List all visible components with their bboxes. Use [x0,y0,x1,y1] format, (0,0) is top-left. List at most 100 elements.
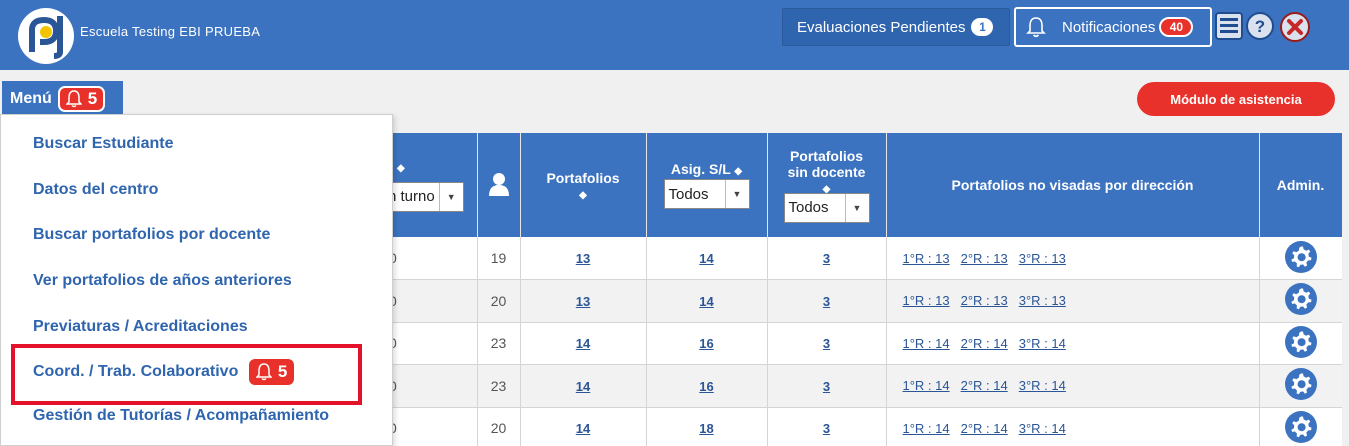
highlight-box [11,344,362,405]
asig-link[interactable]: 16 [699,336,713,351]
turno-cell: 0 [393,237,478,280]
r1-link[interactable]: 1°R : 14 [903,336,950,351]
svg-text:?: ? [1255,17,1265,36]
no-visadas-header: Portafolios no visadas por dirección [886,133,1260,237]
asig-link[interactable]: 14 [699,251,713,266]
menu-item-previaturas[interactable]: Previaturas / Acreditaciones [33,318,248,336]
notificaciones-button[interactable]: Notificaciones 40 [1014,7,1212,47]
sin-docente-link[interactable]: 3 [823,379,830,394]
logo-icon[interactable] [18,8,74,64]
evaluaciones-pendientes-button[interactable]: Evaluaciones Pendientes 1 [782,8,1010,46]
sin-docente-cell: 3 [767,237,887,280]
turno-cell: 0 [393,279,478,323]
modulo-asistencia-button[interactable]: Módulo de asistencia [1137,82,1335,116]
turno-cell: 0 [393,322,478,365]
portafolios-link[interactable]: 14 [576,379,590,394]
admin-cell [1259,407,1342,446]
sin-docente-cell: 3 [767,322,887,365]
help-icon[interactable]: ? [1246,12,1274,40]
asig-link[interactable]: 16 [699,379,713,394]
asig-link[interactable]: 18 [699,421,713,436]
portafolios-header[interactable]: Portafolios ◆ [520,133,647,237]
admin-cell [1259,364,1342,408]
menu-item-datos-centro[interactable]: Datos del centro [33,181,158,199]
sort-icon[interactable]: ◆ [397,163,477,174]
asig-select[interactable]: Todos ▼ [663,179,750,209]
no-visadas-cell: 1°R : 14 2°R : 14 3°R : 14 [886,322,1260,365]
r2-link[interactable]: 2°R : 13 [961,293,1008,308]
r2-link[interactable]: 2°R : 14 [961,421,1008,436]
portafolios-table: ◆ n turno ▼ Portafolios ◆ [393,133,1342,446]
menu-button[interactable]: Menú 5 [2,81,123,117]
r1-link[interactable]: 1°R : 13 [903,293,950,308]
close-icon[interactable] [1280,12,1310,42]
r2-link[interactable]: 2°R : 14 [961,336,1008,351]
r2-link[interactable]: 2°R : 13 [961,251,1008,266]
chevron-down-icon: ▼ [724,180,749,208]
evaluaciones-label: Evaluaciones Pendientes [797,18,966,36]
gear-icon[interactable] [1284,283,1317,316]
menu-item-buscar-portafolios-docente[interactable]: Buscar portafolios por docente [33,226,270,244]
table-row: 020 14 18 3 1°R : 14 2°R : 14 3°R : 14 [393,407,1342,446]
r1-link[interactable]: 1°R : 13 [903,251,950,266]
sin-docente-link[interactable]: 3 [823,421,830,436]
users-cell: 19 [477,237,521,280]
admin-cell [1259,237,1342,280]
bell-icon [1026,17,1046,38]
sin-docente-link[interactable]: 3 [823,336,830,351]
portafolios-cell: 13 [520,237,647,280]
chevron-down-icon: ▼ [844,193,869,222]
top-header: Escuela Testing EBI PRUEBA Evaluaciones … [0,0,1349,70]
sin-docente-link[interactable]: 3 [823,294,830,309]
menu-item-gestion-tutorias[interactable]: Gestión de Tutorías / Acompañamiento [33,407,329,425]
users-cell: 23 [477,364,521,408]
table-row: 023 14 16 3 1°R : 14 2°R : 14 3°R : 14 [393,322,1342,365]
turno-select[interactable]: n turno ▼ [393,181,464,212]
asig-link[interactable]: 14 [699,294,713,309]
r3-link[interactable]: 3°R : 13 [1019,251,1066,266]
asig-cell: 18 [646,407,768,446]
portafolios-link[interactable]: 14 [576,421,590,436]
sort-icon[interactable]: ◆ [521,190,646,201]
bell-icon [65,90,82,108]
r2-link[interactable]: 2°R : 14 [961,378,1008,393]
portafolios-cell: 14 [520,322,647,365]
menu-item-portafolios-anos-anteriores[interactable]: Ver portafolios de años anteriores [33,272,292,290]
school-name: Escuela Testing EBI PRUEBA [80,24,261,39]
gear-icon[interactable] [1284,240,1317,273]
sin-docente-select[interactable]: Todos ▼ [783,192,870,223]
menu-item-buscar-estudiante[interactable]: Buscar Estudiante [33,135,173,153]
no-visadas-cell: 1°R : 14 2°R : 14 3°R : 14 [886,407,1260,446]
no-visadas-cell: 1°R : 13 2°R : 13 3°R : 13 [886,279,1260,323]
menu-badge-count: 5 [87,89,98,108]
users-cell: 20 [477,279,521,323]
gear-icon[interactable] [1284,410,1317,443]
sin-docente-link[interactable]: 3 [823,251,830,266]
notificaciones-count-badge: 40 [1159,17,1194,37]
gear-icon[interactable] [1284,368,1317,401]
users-cell: 20 [477,407,521,446]
gear-icon[interactable] [1284,325,1317,358]
portafolios-link[interactable]: 13 [576,251,590,266]
no-visadas-cell: 1°R : 14 2°R : 14 3°R : 14 [886,364,1260,408]
no-visadas-cell: 1°R : 13 2°R : 13 3°R : 13 [886,237,1260,280]
list-icon[interactable] [1215,12,1243,40]
portafolios-link[interactable]: 14 [576,336,590,351]
asig-cell: 16 [646,322,768,365]
r3-link[interactable]: 3°R : 14 [1019,421,1066,436]
users-header [477,133,521,237]
portafolios-link[interactable]: 13 [576,294,590,309]
r1-link[interactable]: 1°R : 14 [903,378,950,393]
table-row: 020 13 14 3 1°R : 13 2°R : 13 3°R : 13 [393,279,1342,323]
sin-docente-header: Portafolios sin docente ◆ Todos ▼ [767,133,887,237]
sin-docente-cell: 3 [767,279,887,323]
r3-link[interactable]: 3°R : 14 [1019,336,1066,351]
menu-dropdown: Buscar Estudiante Datos del centro Busca… [0,114,393,446]
sin-docente-cell: 3 [767,364,887,408]
admin-header: Admin. [1259,133,1342,237]
turno-cell: 0 [393,407,478,446]
sort-icon[interactable]: ◆ [734,166,742,177]
r3-link[interactable]: 3°R : 14 [1019,378,1066,393]
r3-link[interactable]: 3°R : 13 [1019,293,1066,308]
r1-link[interactable]: 1°R : 14 [903,421,950,436]
